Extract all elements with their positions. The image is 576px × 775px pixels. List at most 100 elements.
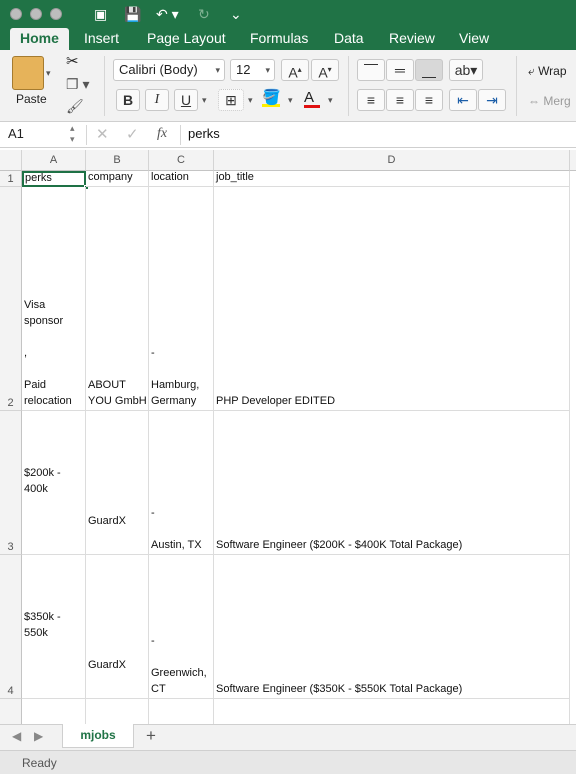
align-left-button[interactable]: ≡ <box>357 89 385 111</box>
row-header[interactable] <box>0 699 22 724</box>
cell-c5[interactable] <box>149 699 214 724</box>
tab-page-layout[interactable]: Page Layout <box>147 28 226 50</box>
tab-insert[interactable]: Insert <box>84 28 119 50</box>
row-header[interactable]: 3 <box>0 411 22 555</box>
cell-value: $350k - 550k <box>24 611 61 639</box>
sidebar-toggle-icon[interactable]: ▣ <box>94 5 107 23</box>
ribbon: ▾ Paste ✂ ❐ ▾ 🖌 Calibri (Body) ▾ 12 ▾ A▴ A… <box>0 50 576 122</box>
font-size-value: 12 <box>236 62 251 77</box>
borders-dropdown-icon[interactable]: ▾ <box>248 95 253 106</box>
row-header[interactable]: 2 <box>0 187 22 411</box>
cell-a3[interactable]: $200k - 400k <box>22 411 86 555</box>
cancel-icon[interactable]: ✕ <box>96 125 109 143</box>
align-right-button[interactable]: ≡ <box>415 89 443 111</box>
save-icon[interactable]: 💾 <box>124 5 141 23</box>
font-name-chevron-icon: ▾ <box>215 65 220 75</box>
align-middle-button[interactable]: ═ <box>386 59 414 81</box>
fill-color-dropdown-icon[interactable]: ▾ <box>288 95 293 106</box>
customize-toolbar-icon[interactable]: ⌄ <box>230 5 242 23</box>
close-window-button[interactable] <box>10 8 22 20</box>
column-header-c[interactable]: C <box>149 150 214 171</box>
align-top-button[interactable]: ⎺ <box>357 59 385 81</box>
spreadsheet-grid: A B C D 1 perks company location job_tit… <box>0 150 576 724</box>
cell-d2[interactable]: PHP Developer EDITED <box>214 187 570 411</box>
add-sheet-icon[interactable]: + <box>146 726 156 746</box>
name-box[interactable]: A1 <box>8 126 24 141</box>
cell-b4[interactable]: GuardX <box>86 555 149 699</box>
cell-value: GuardX <box>88 659 126 671</box>
column-header-e[interactable] <box>570 150 576 171</box>
cell-c1[interactable]: location <box>149 171 214 187</box>
underline-dropdown-icon[interactable]: ▾ <box>202 95 207 106</box>
cell-b1[interactable]: company <box>86 171 149 187</box>
borders-button[interactable]: ⊞ <box>218 89 244 111</box>
undo-icon[interactable]: ↶ ▾ <box>156 5 179 23</box>
row-header[interactable]: 1 <box>0 171 22 187</box>
align-bottom-button[interactable]: ⎽ <box>415 59 443 81</box>
tab-formulas[interactable]: Formulas <box>250 28 308 50</box>
fill-color-icon[interactable]: 🪣 <box>262 88 281 107</box>
cell-value: Software Engineer ($350K - $550K Total P… <box>216 683 463 695</box>
increase-indent-button[interactable]: ⇥ <box>478 89 506 111</box>
cell-value: - Hamburg, Germany <box>151 347 200 407</box>
tab-home[interactable]: Home <box>10 28 69 50</box>
font-color-dropdown-icon[interactable]: ▾ <box>328 95 333 106</box>
cell-d1[interactable]: job_title <box>214 171 570 187</box>
font-name-select[interactable]: Calibri (Body) ▾ <box>113 59 225 81</box>
next-sheet-icon[interactable]: ▶ <box>34 729 43 743</box>
formula-bar: A1 ▴ ▾ ✕ ✓ fx perks <box>0 122 576 148</box>
cell-c3[interactable]: - Austin, TX <box>149 411 214 555</box>
decrease-indent-button[interactable]: ⇤ <box>449 89 477 111</box>
paste-dropdown-icon[interactable]: ▾ <box>46 68 51 79</box>
wrap-text-button[interactable]: ⤶ Wrap <box>528 64 567 79</box>
redo-icon[interactable]: ↻ <box>198 5 210 23</box>
cell-d5[interactable] <box>214 699 570 724</box>
format-painter-icon[interactable]: 🖌 <box>66 98 84 115</box>
tab-data[interactable]: Data <box>334 28 364 50</box>
cell-a1[interactable]: perks <box>22 171 86 187</box>
paste-icon[interactable] <box>12 56 44 90</box>
copy-icon[interactable]: ❐ ▾ <box>66 76 89 93</box>
cell-b2[interactable]: ABOUT YOU GmbH <box>86 187 149 411</box>
align-center-button[interactable]: ≡ <box>386 89 414 111</box>
column-header-b[interactable]: B <box>86 150 149 171</box>
cell-a4[interactable]: $350k - 550k <box>22 555 86 699</box>
previous-sheet-icon[interactable]: ◀ <box>12 729 21 743</box>
wrap-text-label: Wrap <box>538 64 567 78</box>
select-all-corner[interactable] <box>0 150 22 171</box>
cell-value: - Greenwich, CT <box>151 635 207 695</box>
zoom-window-button[interactable] <box>50 8 62 20</box>
underline-button[interactable]: U <box>174 89 198 111</box>
name-box-stepper-icon[interactable]: ▴ ▾ <box>70 123 75 145</box>
cut-icon[interactable]: ✂ <box>66 52 79 70</box>
text-orientation-button[interactable]: ab▾ <box>449 59 483 81</box>
merge-center-button[interactable]: ⇔ Merg <box>528 94 571 108</box>
increase-font-size-button[interactable]: A▴ <box>281 59 309 81</box>
cell-a2[interactable]: Visa sponsor , Paid relocation <box>22 187 86 411</box>
column-header-a[interactable]: A <box>22 150 86 171</box>
row-header[interactable]: 4 <box>0 555 22 699</box>
insert-function-icon[interactable]: fx <box>157 126 167 142</box>
font-size-select[interactable]: 12 ▾ <box>230 59 275 81</box>
cell-b5[interactable] <box>86 699 149 724</box>
minimize-window-button[interactable] <box>30 8 42 20</box>
cell-d3[interactable]: Software Engineer ($200K - $400K Total P… <box>214 411 570 555</box>
cell-a5[interactable] <box>22 699 86 724</box>
decrease-font-size-button[interactable]: A▾ <box>311 59 339 81</box>
cell-d4[interactable]: Software Engineer ($350K - $550K Total P… <box>214 555 570 699</box>
status-bar: Ready <box>0 750 576 774</box>
bold-button[interactable]: B <box>116 89 140 111</box>
sheet-tab-mjobs[interactable]: mjobs <box>62 724 134 748</box>
enter-icon[interactable]: ✓ <box>126 125 139 143</box>
column-header-d[interactable]: D <box>214 150 570 171</box>
cell-c4[interactable]: - Greenwich, CT <box>149 555 214 699</box>
cell-value: - Austin, TX <box>151 507 202 551</box>
italic-button[interactable]: I <box>145 89 169 111</box>
font-color-icon[interactable]: A <box>304 89 320 108</box>
tab-view[interactable]: View <box>459 28 489 50</box>
cell-c2[interactable]: - Hamburg, Germany <box>149 187 214 411</box>
formula-input[interactable]: perks <box>188 126 220 141</box>
cell-b3[interactable]: GuardX <box>86 411 149 555</box>
font-name-value: Calibri (Body) <box>119 62 198 77</box>
tab-review[interactable]: Review <box>389 28 435 50</box>
